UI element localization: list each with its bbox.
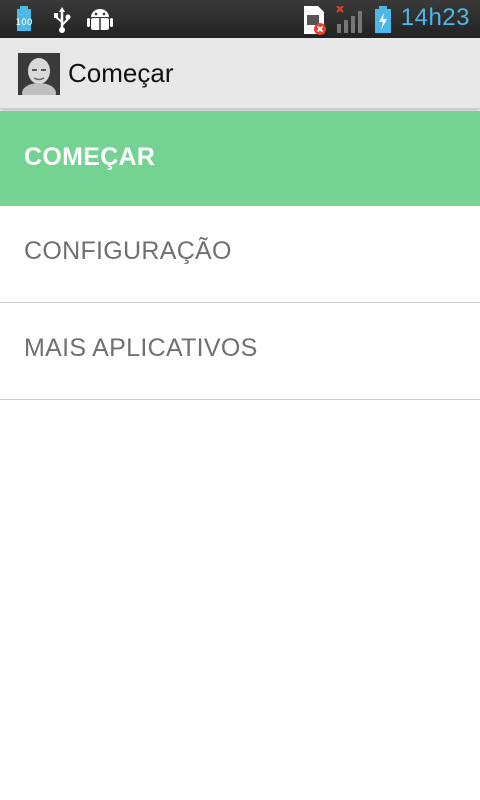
usb-icon — [52, 6, 72, 39]
menu-item-configuracao[interactable]: CONFIGURAÇÃO — [0, 206, 480, 303]
menu-item-label: COMEÇAR — [24, 143, 156, 171]
no-sim-icon — [302, 6, 328, 41]
battery-100-icon: 100 — [15, 6, 40, 37]
signal-off-icon — [336, 5, 368, 39]
menu-item-label: CONFIGURAÇÃO — [24, 237, 232, 265]
status-bar: 100 14h23 — [0, 0, 480, 38]
menu-list: COMEÇAR CONFIGURAÇÃO MAIS APLICATIVOS — [0, 111, 480, 400]
status-time: 14h23 — [400, 4, 470, 31]
battery-charging-icon — [374, 6, 392, 39]
action-bar: Começar — [0, 38, 480, 109]
menu-item-label: MAIS APLICATIVOS — [24, 334, 258, 362]
android-debug-icon — [86, 6, 114, 39]
page-title: Começar — [68, 58, 174, 88]
menu-item-mais-aplicativos[interactable]: MAIS APLICATIVOS — [0, 303, 480, 400]
battery-saver-label: 100 — [16, 18, 33, 28]
avatar[interactable] — [18, 53, 60, 95]
menu-item-comecar[interactable]: COMEÇAR — [0, 111, 480, 206]
